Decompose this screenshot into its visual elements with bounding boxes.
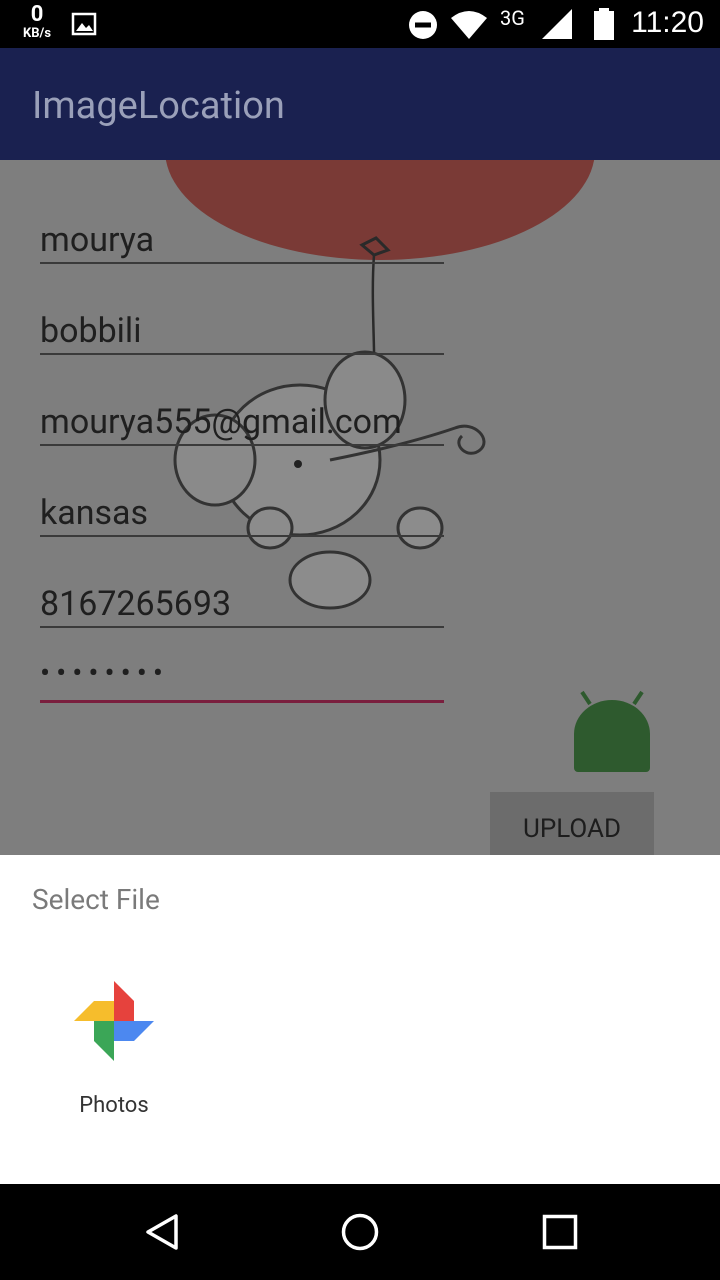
photos-option[interactable]: Photos (52, 973, 176, 1123)
last-name-field[interactable]: bobbili (40, 309, 444, 355)
sheet-title: Select File (32, 883, 160, 916)
wifi-icon (451, 11, 487, 39)
password-field[interactable]: •••••••• (40, 652, 444, 703)
network-type: 3G (500, 6, 525, 30)
clock: 11:20 (631, 6, 704, 39)
android-icon[interactable] (570, 690, 654, 774)
status-bar: 0 KB/s 3G 11:20 (0, 0, 720, 48)
image-notification-icon (71, 12, 97, 36)
google-photos-icon (74, 981, 154, 1061)
app-bar: ImageLocation (0, 48, 720, 160)
network-speed-value: 0 (30, 2, 44, 27)
do-not-disturb-icon (409, 11, 437, 39)
back-icon[interactable] (142, 1212, 182, 1252)
select-file-sheet: Select File Photos (0, 855, 720, 1184)
network-speed-unit: KB/s (22, 26, 52, 41)
first-name-field[interactable]: mourya (40, 218, 444, 264)
city-field[interactable]: kansas (40, 491, 444, 537)
photos-label: Photos (79, 1093, 149, 1118)
recents-icon[interactable] (542, 1214, 578, 1250)
upload-button[interactable]: UPLOAD (490, 792, 654, 855)
home-icon[interactable] (340, 1212, 380, 1252)
signal-icon (542, 9, 572, 39)
network-speed: 0 KB/s (18, 2, 56, 41)
battery-icon (594, 8, 614, 40)
navigation-bar (0, 1184, 720, 1280)
app-title: ImageLocation (32, 84, 285, 128)
phone-field[interactable]: 8167265693 (40, 582, 444, 628)
form-screen: mourya bobbili mourya555@gmail.com kansa… (0, 160, 720, 855)
email-field[interactable]: mourya555@gmail.com (40, 400, 444, 446)
